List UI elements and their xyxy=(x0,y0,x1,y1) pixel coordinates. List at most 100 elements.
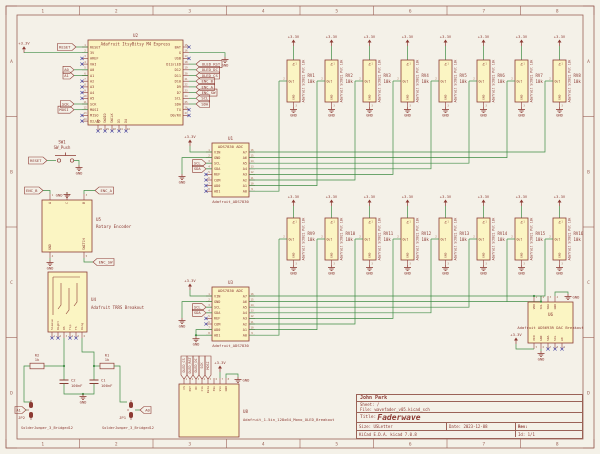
power-gnd[interactable]: GND xyxy=(290,107,298,118)
component-slider-rv10[interactable]: +3.3V1VsOut2GND3GNDAdafruit SC6021 Pot 1… xyxy=(317,194,356,276)
power-3v3[interactable]: +3.3V xyxy=(18,41,30,53)
hier-label-sda[interactable]: SDA xyxy=(196,101,210,108)
hier-label-oled_cs[interactable]: OLED_CS xyxy=(181,356,187,379)
hier-label-reset[interactable]: RESET xyxy=(29,157,48,164)
component-slider-rv15[interactable]: +3.3V1VsOut2GND3GNDAdafruit SC6021 Pot 1… xyxy=(507,194,546,276)
power-gnd[interactable]: GND xyxy=(442,265,450,276)
hier-label-oled_dc[interactable]: OLED_DC xyxy=(193,356,199,379)
power-gnd[interactable]: GND xyxy=(235,377,251,383)
component-slider-rv7[interactable]: +3.3V1VsOut2GND3GNDAdafruit SC6021 Pot 1… xyxy=(507,34,543,118)
svg-text:D: D xyxy=(587,390,590,396)
hier-label-a0[interactable]: A0 xyxy=(140,407,151,414)
power-gnd[interactable]: GND xyxy=(404,107,412,118)
power-3v3[interactable]: +3.3V xyxy=(478,34,490,46)
component-dac[interactable]: U6Adafruit AD5693R DAC Breakout1VDD2SCL3… xyxy=(510,292,583,362)
power-3v3[interactable]: +3.3V xyxy=(554,34,566,46)
power-3v3[interactable]: +3.3V xyxy=(402,194,414,206)
power-gnd[interactable]: GND xyxy=(442,107,450,118)
component-mcu[interactable]: U2Adafruit ItsyBitsy M4 Express1RESET23V… xyxy=(18,33,229,133)
solder-jumper-jp1[interactable] xyxy=(127,400,133,420)
svg-text:4: 4 xyxy=(208,165,210,169)
svg-text:2: 2 xyxy=(549,78,551,81)
component-slider-rv5[interactable]: +3.3V1VsOut2GND3GNDAdafruit SC6021 Pot 1… xyxy=(431,34,467,118)
hier-label-enc_a[interactable]: ENC_A xyxy=(95,187,114,194)
power-3v3[interactable]: +3.3V xyxy=(214,360,226,372)
power-gnd[interactable]: GND xyxy=(480,107,488,118)
component-slider-rv14[interactable]: +3.3V1VsOut2GND3GNDAdafruit SC6021 Pot 1… xyxy=(469,194,508,276)
power-gnd[interactable]: GND xyxy=(193,336,201,347)
power-gnd[interactable]: GND xyxy=(179,174,187,185)
component-adc-u1[interactable]: U1ADS7830 ADCAdafruit_ADS78301VIN2GND3SC… xyxy=(179,134,256,204)
power-gnd[interactable]: GND xyxy=(538,351,546,362)
power-gnd[interactable]: GND xyxy=(480,265,488,276)
power-gnd[interactable]: GND xyxy=(47,260,55,271)
solder-jumper-jp2[interactable] xyxy=(27,400,33,420)
power-gnd[interactable]: GND xyxy=(556,107,564,118)
power-gnd[interactable]: GND xyxy=(76,165,84,176)
power-gnd[interactable]: GND xyxy=(518,107,526,118)
component-slider-rv4[interactable]: +3.3V1VsOut2GND3GNDAdafruit SC6021 Pot 1… xyxy=(393,34,429,118)
svg-text:C: C xyxy=(10,280,13,286)
component-slider-rv3[interactable]: +3.3V1VsOut2GND3GNDAdafruit SC6021 Pot 1… xyxy=(355,34,391,118)
power-gnd[interactable]: GND xyxy=(328,265,336,276)
component-reset-button[interactable]: SW1SW_PushRESETGND xyxy=(29,140,84,176)
component-adc-u3[interactable]: U3ADS7830 ADCAdafruit_ADS78301VIN2GND3SC… xyxy=(179,278,256,348)
power-3v3[interactable]: +3.3V xyxy=(478,194,490,206)
svg-text:8: 8 xyxy=(208,331,210,335)
power-3v3[interactable]: +3.3V xyxy=(554,194,566,206)
power-3v3[interactable]: +3.3V xyxy=(184,278,196,290)
component-rotary-encoder[interactable]: U5Rotary Encoder1A2C3BENC_BGNDENC_A4GND5… xyxy=(25,187,132,271)
hier-label-oled_rst[interactable]: OLED_RST xyxy=(187,356,193,379)
component-slider-rv12[interactable]: +3.3V1VsOut2GND3GNDAdafruit SC6021 Pot 1… xyxy=(393,194,432,276)
power-3v3[interactable]: +3.3V xyxy=(288,194,300,206)
component-slider-rv2[interactable]: +3.3V1VsOut2GND3GNDAdafruit SC6021 Pot 1… xyxy=(317,34,353,118)
power-gnd[interactable]: GND xyxy=(404,265,412,276)
power-gnd[interactable]: GND xyxy=(290,265,298,276)
power-3v3[interactable]: +3.3V xyxy=(364,34,376,46)
component-slider-rv8[interactable]: +3.3V1VsOut2GND3GNDAdafruit SC6021 Pot 1… xyxy=(545,34,581,118)
component-trrs-breakout[interactable]: U4Adafruit TRRS Breakout1Sleeve2Right3RS… xyxy=(48,272,145,340)
power-3v3[interactable]: +3.3V xyxy=(402,34,414,46)
power-gnd[interactable]: GND xyxy=(80,394,88,405)
power-3v3[interactable]: +3.3V xyxy=(326,194,338,206)
power-3v3[interactable]: +3.3V xyxy=(184,134,196,146)
hier-label-enc_sw[interactable]: ENC_SW xyxy=(93,259,114,266)
hier-label-mosi[interactable]: MOSI xyxy=(205,356,211,379)
component-slider-rv13[interactable]: +3.3V1VsOut2GND3GNDAdafruit SC6021 Pot 1… xyxy=(431,194,470,276)
component-slider-rv11[interactable]: +3.3V1VsOut2GND3GNDAdafruit SC6021 Pot 1… xyxy=(355,194,394,276)
component-slider-rv6[interactable]: +3.3V1VsOut2GND3GNDAdafruit SC6021 Pot 1… xyxy=(469,34,505,118)
power-gnd[interactable]: GND xyxy=(328,107,336,118)
component-slider-rv16[interactable]: +3.3V1VsOut2GND3GNDAdafruit SC6021 Pot 1… xyxy=(545,194,584,276)
power-gnd[interactable]: GND xyxy=(556,265,564,276)
component-oled[interactable]: U8Adafruit_1.5in_128x64_Mono_OLED_Breako… xyxy=(179,356,334,437)
power-3v3[interactable]: +3.3V xyxy=(510,332,522,344)
power-3v3[interactable]: +3.3V xyxy=(516,194,528,206)
power-gnd[interactable]: GND xyxy=(179,318,187,329)
trrs-rc-network[interactable]: R21kC2100nFC1100nFGNDR11kA1A0JP2JP1Solde… xyxy=(15,338,154,430)
component-slider-rv9[interactable]: +3.3V1VsOut2GND3GNDAdafruit SC6021 Pot 1… xyxy=(279,194,315,276)
hier-label-sda[interactable]: SDA xyxy=(193,165,207,172)
svg-text:GND: GND xyxy=(80,400,88,405)
power-3v3[interactable]: +3.3V xyxy=(440,194,452,206)
power-3v3[interactable]: +3.3V xyxy=(440,34,452,46)
power-3v3[interactable]: +3.3V xyxy=(364,194,376,206)
power-3v3[interactable]: +3.3V xyxy=(326,34,338,46)
power-3v3[interactable]: +3.3V xyxy=(516,34,528,46)
svg-text:3: 3 xyxy=(409,105,411,108)
power-gnd[interactable]: GND xyxy=(222,57,230,68)
power-gnd[interactable]: GND xyxy=(565,294,581,300)
hier-label-sck[interactable]: SCK xyxy=(199,356,205,379)
power-gnd[interactable]: GND xyxy=(366,107,374,118)
hier-label-a1[interactable]: A1 xyxy=(63,72,74,79)
power-3v3[interactable]: +3.3V xyxy=(288,34,300,46)
hier-label-reset[interactable]: RESET xyxy=(58,44,77,51)
hier-label-sda[interactable]: SDA xyxy=(193,309,207,316)
hier-label-mosi[interactable]: MOSI xyxy=(58,106,74,113)
power-gnd[interactable]: GND xyxy=(518,265,526,276)
hier-label-enc_b[interactable]: ENC_B xyxy=(25,187,44,194)
svg-text:5: 5 xyxy=(86,254,88,258)
component-slider-rv1[interactable]: +3.3V1VsOut2GND3GNDAdafruit SC6021 Pot 1… xyxy=(279,34,315,118)
svg-text:2: 2 xyxy=(192,378,194,381)
svg-text:CS: CS xyxy=(182,386,186,390)
power-gnd[interactable]: GND xyxy=(366,265,374,276)
